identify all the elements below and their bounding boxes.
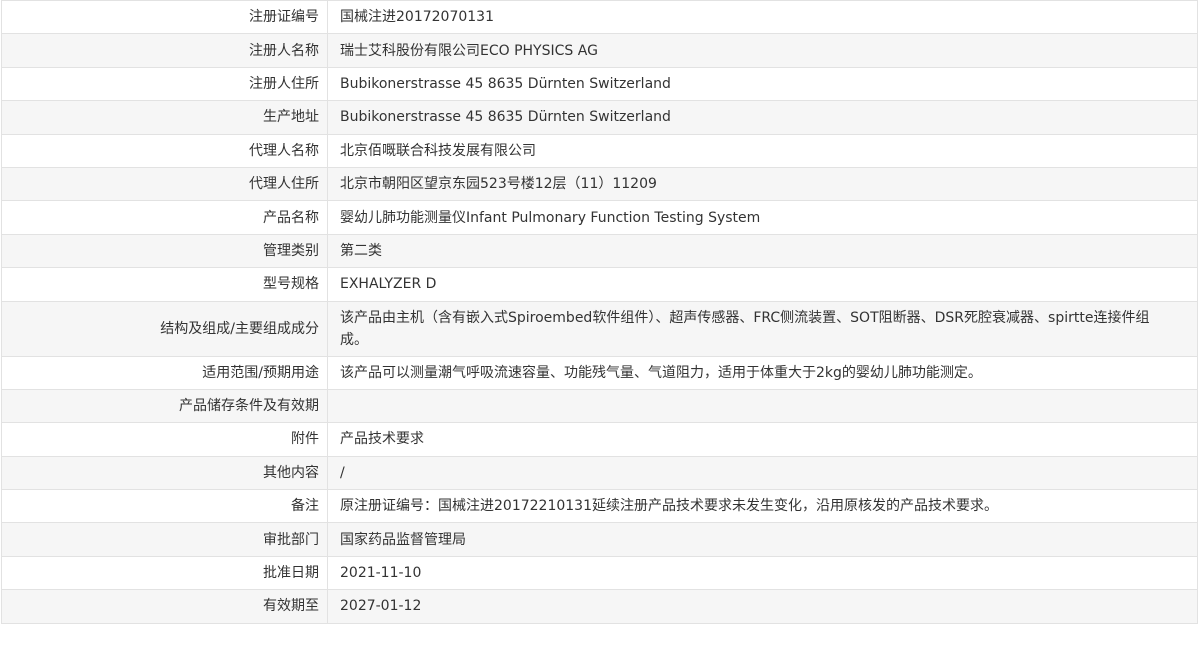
table-row-product-name: 产品名称 婴幼儿肺功能测量仪Infant Pulmonary Function …: [1, 200, 1198, 235]
field-value: 国械注进20172070131: [327, 0, 1198, 35]
table-row-agent-name: 代理人名称 北京佰嘅联合科技发展有限公司: [1, 133, 1198, 168]
field-value: Bubikonerstrasse 45 8635 Dürnten Switzer…: [327, 66, 1198, 102]
field-value: EXHALYZER D: [327, 267, 1198, 302]
table-row-management-category: 管理类别 第二类: [1, 233, 1198, 269]
field-value: 该产品可以测量潮气呼吸流速容量、功能残气量、气道阻力，适用于体重大于2kg的婴幼…: [327, 355, 1198, 390]
field-value: 瑞士艾科股份有限公司ECO PHYSICS AG: [327, 33, 1198, 68]
field-label: 注册人名称: [1, 33, 328, 68]
field-label: 有效期至: [1, 589, 328, 624]
field-label: 适用范围/预期用途: [1, 355, 328, 390]
field-value: 原注册证编号：国械注进20172210131延续注册产品技术要求未发生变化，沿用…: [327, 489, 1198, 524]
table-row-registrant-name: 注册人名称 瑞士艾科股份有限公司ECO PHYSICS AG: [1, 33, 1198, 68]
field-label: 批准日期: [1, 555, 328, 591]
field-label: 其他内容: [1, 455, 328, 491]
table-row-storage-validity: 产品储存条件及有效期: [1, 388, 1198, 424]
table-row-approval-department: 审批部门 国家药品监督管理局: [1, 522, 1198, 557]
field-value: 产品技术要求: [327, 422, 1198, 457]
field-label: 管理类别: [1, 233, 328, 269]
field-label: 注册证编号: [1, 0, 328, 35]
field-label: 审批部门: [1, 522, 328, 557]
table-row-intended-use: 适用范围/预期用途 该产品可以测量潮气呼吸流速容量、功能残气量、气道阻力，适用于…: [1, 355, 1198, 390]
table-row-remarks: 备注 原注册证编号：国械注进20172210131延续注册产品技术要求未发生变化…: [1, 489, 1198, 524]
field-label: 代理人住所: [1, 166, 328, 202]
table-row-production-address: 生产地址 Bubikonerstrasse 45 8635 Dürnten Sw…: [1, 100, 1198, 135]
field-label: 生产地址: [1, 100, 328, 135]
table-row-registrant-address: 注册人住所 Bubikonerstrasse 45 8635 Dürnten S…: [1, 66, 1198, 102]
table-row-other-content: 其他内容 /: [1, 455, 1198, 491]
field-label: 型号规格: [1, 267, 328, 302]
field-value: 2027-01-12: [327, 589, 1198, 624]
table-row-valid-until: 有效期至 2027-01-12: [1, 589, 1198, 624]
table-row-model-spec: 型号规格 EXHALYZER D: [1, 267, 1198, 302]
field-label: 产品储存条件及有效期: [1, 388, 328, 424]
table-row-structure-composition: 结构及组成/主要组成成分 该产品由主机（含有嵌入式Spiroembed软件组件）…: [1, 300, 1198, 357]
field-value: 北京市朝阳区望京东园523号楼12层（11）11209: [327, 166, 1198, 202]
field-value: 该产品由主机（含有嵌入式Spiroembed软件组件）、超声传感器、FRC侧流装…: [327, 300, 1198, 357]
registration-detail-table: 注册证编号 国械注进20172070131 注册人名称 瑞士艾科股份有限公司EC…: [1, 0, 1198, 624]
field-value: /: [327, 455, 1198, 491]
table-row-agent-address: 代理人住所 北京市朝阳区望京东园523号楼12层（11）11209: [1, 166, 1198, 202]
field-value: [327, 388, 1198, 424]
field-label: 产品名称: [1, 200, 328, 235]
field-label: 附件: [1, 422, 328, 457]
field-value: Bubikonerstrasse 45 8635 Dürnten Switzer…: [327, 100, 1198, 135]
table-row-registration-number: 注册证编号 国械注进20172070131: [1, 0, 1198, 35]
table-row-attachment: 附件 产品技术要求: [1, 422, 1198, 457]
field-value: 第二类: [327, 233, 1198, 269]
field-value: 婴幼儿肺功能测量仪Infant Pulmonary Function Testi…: [327, 200, 1198, 235]
table-row-approval-date: 批准日期 2021-11-10: [1, 555, 1198, 591]
field-label: 代理人名称: [1, 133, 328, 168]
field-value: 国家药品监督管理局: [327, 522, 1198, 557]
field-label: 注册人住所: [1, 66, 328, 102]
field-label: 备注: [1, 489, 328, 524]
field-value: 2021-11-10: [327, 555, 1198, 591]
field-value: 北京佰嘅联合科技发展有限公司: [327, 133, 1198, 168]
field-label: 结构及组成/主要组成成分: [1, 300, 328, 357]
